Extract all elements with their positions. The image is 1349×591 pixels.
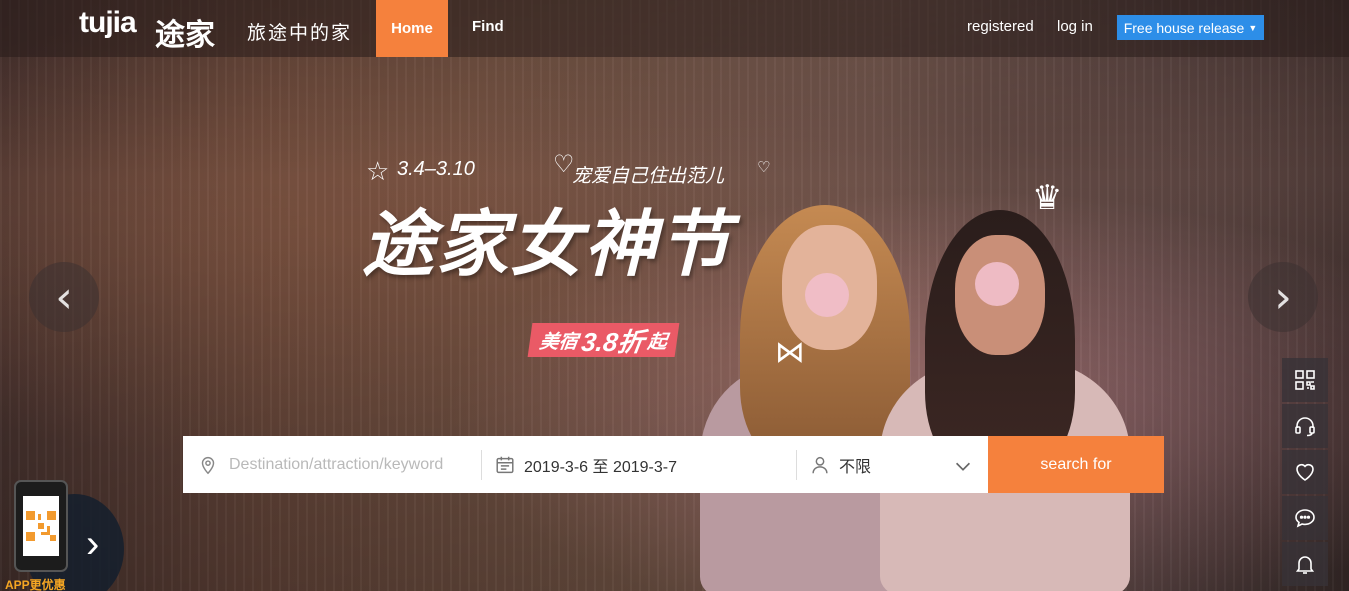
date-range-field[interactable]: 2019-3-6 至 2019-3-7 <box>481 449 796 480</box>
app-qr-code <box>23 496 59 556</box>
promo-subtitle: 宠爱自己住出范儿 <box>572 166 725 187</box>
search-button[interactable]: search for <box>988 436 1164 493</box>
floating-toolbar <box>1282 358 1328 588</box>
badge-suffix: 起 <box>646 331 669 353</box>
heart-icon <box>1296 463 1314 481</box>
top-navigation-bar: tujia 途家 旅途中的家 Home Find registered log … <box>0 0 1349 57</box>
carousel-next-button[interactable]: › <box>1248 262 1318 332</box>
chevron-left-icon: ‹ <box>55 271 73 323</box>
phone-icon <box>14 480 68 572</box>
chevron-right-icon: › <box>1274 271 1292 323</box>
calendar-icon <box>496 456 514 473</box>
page: tujia 途家 旅途中的家 Home Find registered log … <box>0 0 1349 591</box>
caret-down-icon: ▼ <box>1248 22 1258 33</box>
bubblegum-right <box>975 262 1019 306</box>
login-link[interactable]: log in <box>1057 18 1093 35</box>
favorites-button[interactable] <box>1282 450 1328 494</box>
guests-select[interactable]: 不限 <box>796 449 988 480</box>
logo-chinese[interactable]: 途家 <box>155 10 215 54</box>
star-icon: ☆ <box>366 156 390 186</box>
notifications-button[interactable] <box>1282 542 1328 586</box>
promo-discount-badge[interactable]: 美宿 3.8折 起 <box>527 323 680 357</box>
person-icon <box>812 456 828 473</box>
bubblegum-left <box>805 273 849 317</box>
badge-prefix: 美宿 <box>538 331 580 353</box>
bell-icon <box>1295 556 1315 574</box>
promo-date-range: 3.4–3.10 <box>397 158 475 180</box>
bow-tie-icon: ⋈ <box>775 336 805 369</box>
app-download-promo[interactable]: › APP更优惠 <box>0 480 124 591</box>
promo-title: 途家女神节 <box>362 205 733 285</box>
customer-service-button[interactable] <box>1282 404 1328 448</box>
qr-code-icon <box>1295 370 1315 390</box>
headset-icon <box>1295 417 1315 437</box>
qr-code-button[interactable] <box>1282 358 1328 402</box>
slogan: 旅途中的家 <box>247 22 353 44</box>
free-house-release-button[interactable]: Free house release ▼ <box>1117 15 1264 40</box>
search-bar: 2019-3-6 至 2019-3-7 不限 search for <box>183 436 1164 493</box>
carousel-prev-button[interactable]: ‹ <box>29 262 99 332</box>
app-promo-label: APP更优惠 <box>5 578 66 591</box>
small-heart-icon: ♡ <box>757 159 771 176</box>
nav-home-tab[interactable]: Home <box>376 0 448 57</box>
register-link[interactable]: registered <box>967 18 1034 35</box>
qr-code-pattern-icon <box>26 511 56 541</box>
chat-button[interactable] <box>1282 496 1328 540</box>
location-pin-icon <box>201 456 215 474</box>
logo-text[interactable]: tujia <box>79 6 137 40</box>
destination-input[interactable] <box>227 454 476 475</box>
hero-background <box>0 0 1349 591</box>
chat-icon <box>1295 509 1315 528</box>
badge-discount: 3.8折 <box>579 326 647 357</box>
app-promo-arrow-icon: › <box>86 522 100 566</box>
crown-icon: ♛ <box>1032 179 1063 217</box>
destination-field[interactable] <box>183 436 481 493</box>
nav-find-tab[interactable]: Find <box>472 18 504 35</box>
release-label: Free house release <box>1123 19 1245 36</box>
chevron-down-icon <box>955 462 971 471</box>
date-range-value: 2019-3-6 至 2019-3-7 <box>524 458 677 476</box>
guests-value: 不限 <box>839 458 872 476</box>
